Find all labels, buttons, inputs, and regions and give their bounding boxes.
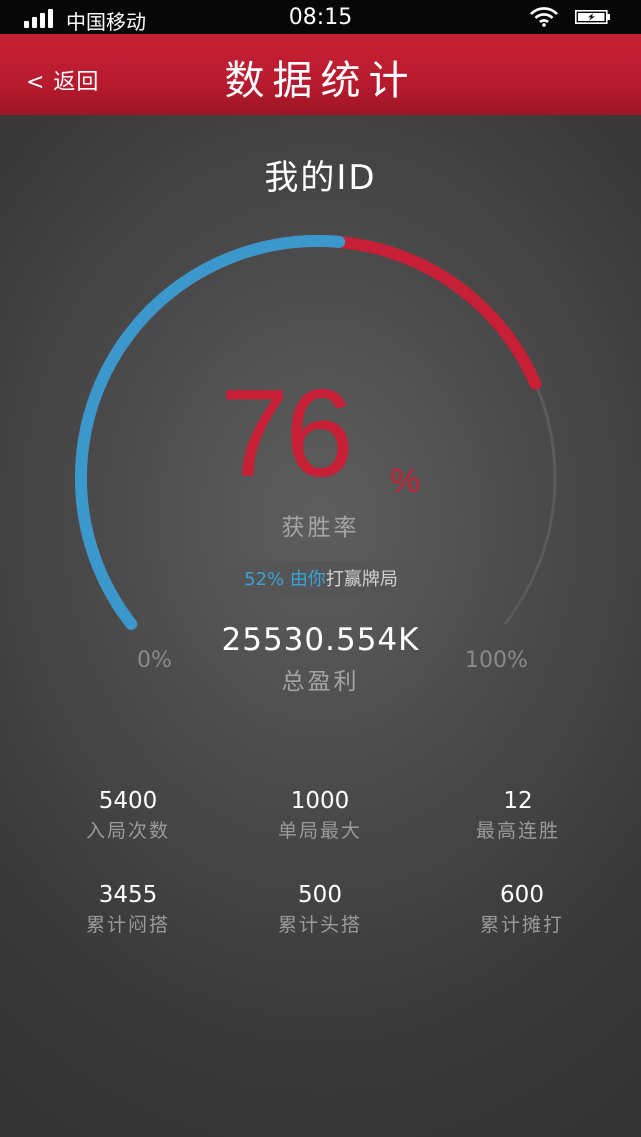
- self-win-text: 打赢牌局: [325, 569, 398, 590]
- wifi-icon: [530, 7, 558, 27]
- nav-title: 数据统计: [224, 58, 417, 104]
- self-win-text-highlight: 由你: [289, 569, 326, 590]
- stat-lead-total: 500 累计头搭: [220, 882, 420, 937]
- stat-win-streak: 12 最高连胜: [418, 788, 618, 843]
- stat-value: 1000: [290, 788, 350, 814]
- stat-blind-total: 3455 累计闷搭: [28, 882, 228, 937]
- page-title: 我的ID: [264, 158, 377, 198]
- win-rate-label: 获胜率: [281, 515, 360, 541]
- stat-label: 累计摊打: [479, 914, 564, 936]
- win-rate-percent-sign: %: [390, 462, 421, 500]
- total-profit-label: 总盈利: [281, 669, 360, 695]
- stat-value: 500: [298, 882, 342, 908]
- stat-value: 600: [500, 882, 544, 908]
- total-profit-value: 25530.554K: [221, 622, 420, 658]
- stat-label: 单局最大: [277, 820, 362, 842]
- self-win-percent: 52%: [244, 569, 285, 590]
- nav-bar: < 返回 数据统计: [0, 34, 641, 115]
- status-bar: 中国移动 08:15: [0, 0, 641, 34]
- stat-showdown-total: 600 累计摊打: [422, 882, 622, 937]
- stat-hands-played: 5400 入局次数: [28, 788, 228, 843]
- stat-biggest-hand: 1000 单局最大: [220, 788, 420, 843]
- battery-charging-icon: [575, 10, 610, 24]
- stat-value: 12: [503, 788, 533, 814]
- self-win-badge: 52% 由你打赢牌局: [233, 561, 409, 598]
- stat-value: 3455: [98, 882, 158, 908]
- stat-label: 入局次数: [85, 820, 170, 842]
- stat-label: 累计闷搭: [85, 914, 170, 936]
- stat-label: 累计头搭: [277, 914, 362, 936]
- win-rate-value: 76: [220, 365, 354, 503]
- stat-label: 最高连胜: [475, 820, 560, 842]
- stat-value: 5400: [98, 788, 158, 814]
